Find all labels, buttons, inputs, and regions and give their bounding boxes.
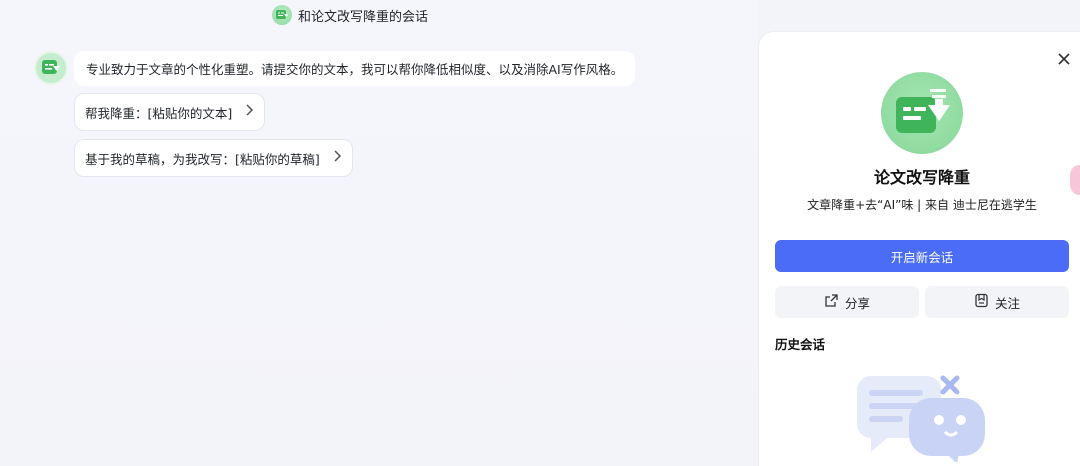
bot-description: 文章降重+去“AI”味 | 来自 迪士尼在逃学生 [807, 198, 1037, 212]
bot-avatar [34, 51, 68, 85]
new-chat-button[interactable]: 开启新会话 [775, 240, 1069, 272]
bot-large-avatar [881, 72, 963, 154]
bot-intro-message: 专业致力于文章的个性化重塑。请提交你的文本，我可以帮你降低相似度、以及消除AI写… [74, 51, 636, 86]
suggestion-rewrite-text[interactable]: 帮我降重：[粘贴你的文本] [74, 93, 266, 131]
chat-header: 和论文改写降重的会话 [272, 4, 428, 26]
chat-area: 和论文改写降重的会话 专业致力于文章的个性化重塑。请提交你的文本，我可以帮你降低… [0, 0, 758, 466]
bot-mini-icon [272, 5, 292, 25]
bookmark-icon [974, 293, 989, 311]
chat-title: 和论文改写降重的会话 [298, 9, 429, 25]
intro-text: 专业致力于文章的个性化重塑。请提交你的文本，我可以帮你降低相似度、以及消除AI写… [86, 62, 624, 77]
suggestion-label: 帮我降重：[粘贴你的文本] [85, 105, 233, 121]
close-icon[interactable] [1055, 50, 1073, 68]
history-title: 历史会话 [775, 337, 826, 352]
new-chat-label: 开启新会话 [890, 249, 954, 265]
floating-side-tab[interactable] [1070, 165, 1080, 195]
chevron-right-icon [244, 104, 254, 120]
chevron-right-icon [332, 150, 342, 166]
empty-history-illustration [857, 372, 987, 464]
share-button[interactable]: 分享 [775, 286, 919, 318]
bot-name: 论文改写降重 [873, 168, 970, 187]
bot-info-panel: 论文改写降重 文章降重+去“AI”味 | 来自 迪士尼在逃学生 开启新会话 分享… [758, 31, 1080, 466]
suggestion-label: 基于我的草稿，为我改写：[粘贴你的草稿] [85, 151, 320, 167]
follow-button[interactable]: 关注 [925, 286, 1069, 318]
suggestion-rewrite-draft[interactable]: 基于我的草稿，为我改写：[粘贴你的草稿] [74, 139, 353, 177]
follow-label: 关注 [994, 295, 1020, 311]
share-icon [824, 293, 839, 311]
share-label: 分享 [844, 295, 870, 311]
